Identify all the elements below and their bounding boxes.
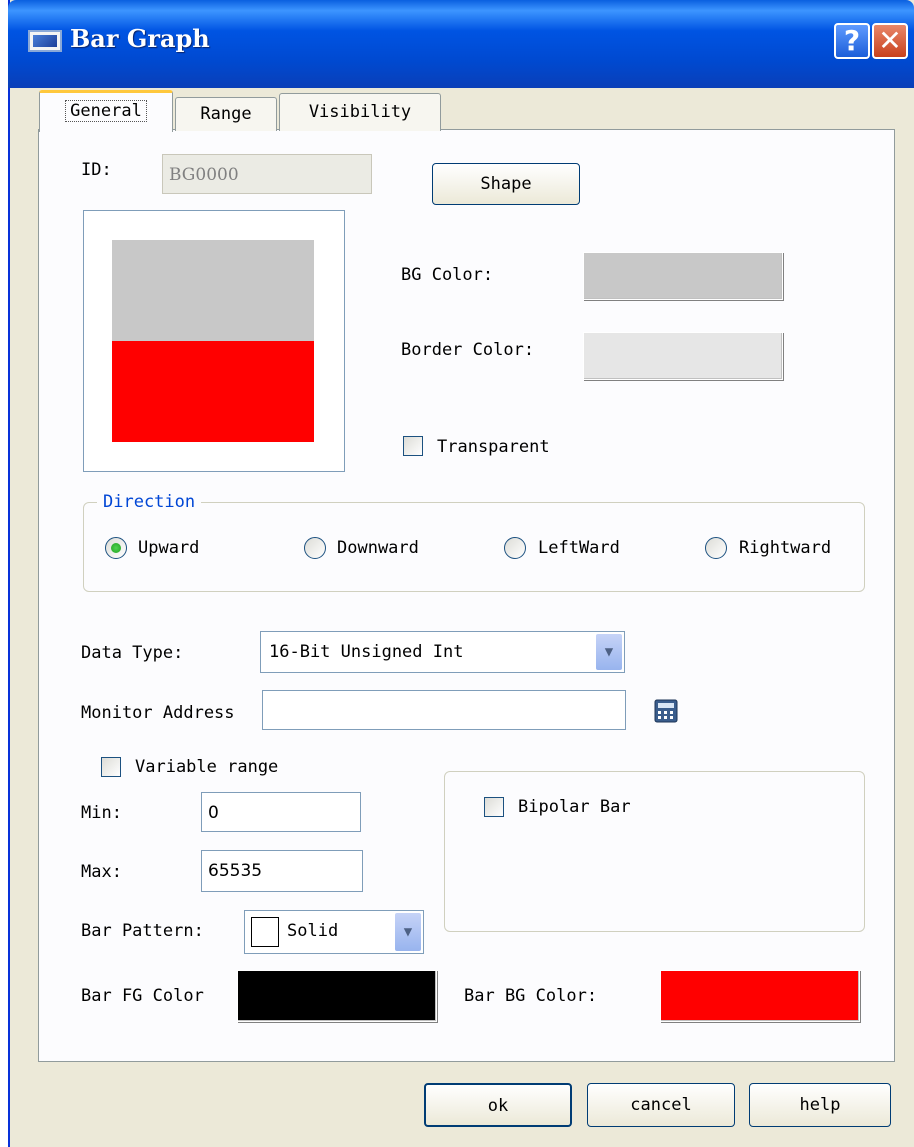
- border-color-label: Border Color:: [401, 340, 535, 360]
- bipolar-bar-label: Bipolar Bar: [518, 797, 631, 817]
- radio-downward-label: Downward: [337, 538, 419, 558]
- radio-downward[interactable]: [304, 537, 326, 559]
- preview-bar-fill: [112, 341, 314, 442]
- bg-color-picker[interactable]: [583, 252, 783, 300]
- bar-pattern-label: Bar Pattern:: [81, 921, 204, 941]
- min-input[interactable]: 0: [201, 792, 361, 832]
- pattern-swatch: [251, 917, 279, 947]
- radio-leftward[interactable]: [504, 537, 526, 559]
- radio-rightward-label: Rightward: [739, 538, 832, 558]
- radio-upward-label: Upward: [138, 538, 200, 558]
- tab-range[interactable]: Range: [175, 97, 277, 131]
- bar-graph-preview: [83, 210, 345, 472]
- bipolar-bar-checkbox[interactable]: [484, 797, 504, 817]
- close-icon[interactable]: ✕: [872, 23, 908, 59]
- help-button[interactable]: help: [749, 1083, 891, 1127]
- tab-general[interactable]: General: [39, 90, 173, 132]
- bar-pattern-value: Solid: [287, 921, 339, 941]
- bar-bg-color-label: Bar BG Color:: [464, 986, 598, 1006]
- bar-fg-color-picker[interactable]: [237, 970, 437, 1022]
- radio-leftward-label: LeftWard: [538, 538, 620, 558]
- data-type-value: 16-Bit Unsigned Int: [269, 642, 464, 662]
- monitor-address-input[interactable]: [262, 690, 626, 730]
- title-bar[interactable]: Bar Graph ? ✕: [8, 0, 914, 88]
- min-label: Min:: [81, 803, 122, 823]
- window-icon: [28, 30, 62, 52]
- calculator-icon[interactable]: [653, 698, 679, 724]
- border-color-picker[interactable]: [583, 332, 783, 380]
- tab-visibility[interactable]: Visibility: [279, 93, 441, 131]
- bar-fg-color-label: Bar FG Color: [81, 986, 204, 1006]
- id-field: BG0000: [162, 154, 372, 194]
- variable-range-label: Variable range: [135, 757, 279, 777]
- window-title: Bar Graph: [70, 24, 210, 53]
- monitor-address-label: Monitor Address: [81, 703, 235, 723]
- chevron-down-icon[interactable]: ▼: [596, 634, 622, 670]
- radio-upward[interactable]: [105, 537, 127, 559]
- radio-rightward[interactable]: [705, 537, 727, 559]
- transparent-label: Transparent: [437, 437, 550, 457]
- max-input[interactable]: 65535: [201, 850, 363, 892]
- max-label: Max:: [81, 862, 122, 882]
- chevron-down-icon[interactable]: ▼: [395, 913, 421, 951]
- direction-legend: Direction: [97, 492, 202, 512]
- help-title-button[interactable]: ?: [834, 23, 870, 59]
- shape-button[interactable]: Shape: [432, 163, 580, 205]
- data-type-select[interactable]: 16-Bit Unsigned Int ▼: [260, 631, 625, 673]
- ok-button[interactable]: ok: [424, 1083, 572, 1127]
- cancel-button[interactable]: cancel: [587, 1083, 735, 1127]
- bar-pattern-select[interactable]: Solid ▼: [244, 910, 424, 954]
- bg-color-label: BG Color:: [401, 265, 494, 285]
- variable-range-checkbox[interactable]: [101, 757, 121, 777]
- transparent-checkbox[interactable]: [403, 436, 423, 456]
- bipolar-group: [444, 771, 865, 932]
- tab-general-label: General: [65, 100, 147, 122]
- bar-bg-color-picker[interactable]: [660, 970, 860, 1022]
- data-type-label: Data Type:: [81, 643, 184, 663]
- id-label: ID:: [81, 160, 112, 180]
